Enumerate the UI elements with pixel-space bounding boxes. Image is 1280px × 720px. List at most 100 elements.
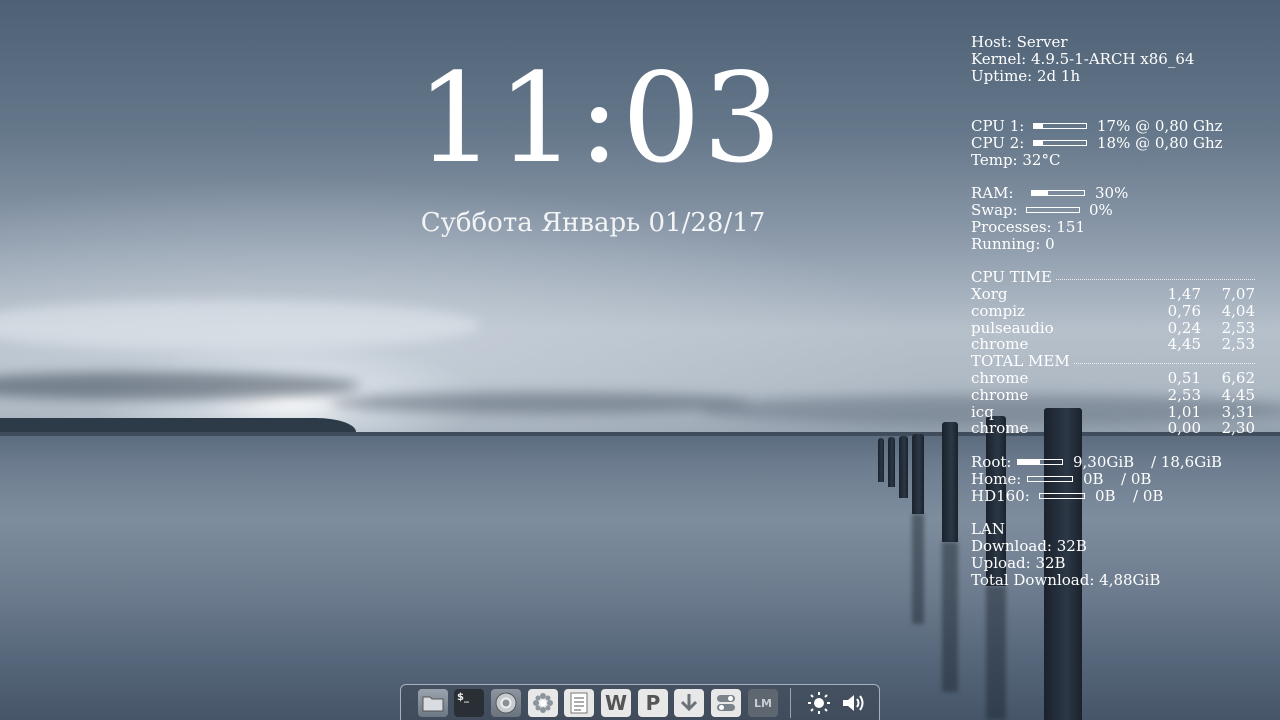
- processes-line: Processes: 151: [971, 217, 1085, 236]
- hd160-disk-bar: [1039, 492, 1085, 499]
- cpu1-label: CPU 1:: [971, 116, 1025, 135]
- root-disk-used: 9,30GiB: [1073, 452, 1135, 471]
- cpu2-bar: [1033, 139, 1087, 146]
- process-row: chrome 4,45 2,53: [971, 336, 1255, 353]
- brightness-icon[interactable]: [804, 689, 834, 717]
- root-disk-label: Root:: [971, 452, 1012, 471]
- terminal-icon[interactable]: $_: [454, 689, 484, 717]
- home-disk-label: Home:: [971, 469, 1022, 488]
- home-disk-used: 0B: [1083, 469, 1104, 488]
- cpu-time-list: Xorg 1,47 7,07 compiz 0,76 4,04 pulseaudio 0,24…: [971, 286, 1255, 353]
- process-value-1: 0,00: [1167, 419, 1201, 438]
- ram-label: RAM:: [971, 184, 1014, 203]
- swap-label: Swap:: [971, 200, 1018, 219]
- presentation-icon[interactable]: P: [638, 689, 668, 717]
- process-row: chrome 2,53 4,45: [971, 385, 1255, 404]
- process-value-1: 0,76: [1167, 301, 1201, 320]
- hd160-disk-row: HD160: 0B / 0B: [971, 486, 1255, 505]
- ram-bar: [1031, 190, 1085, 197]
- hd160-disk-total: / 0B: [1133, 486, 1164, 505]
- process-name: icq: [971, 402, 994, 421]
- process-value-1: 4,45: [1167, 335, 1201, 354]
- system-monitor: Host: Server Kernel: 4.9.5-1-ARCH x86_64…: [971, 34, 1255, 588]
- lm-icon[interactable]: LM: [748, 689, 778, 717]
- pinwheel-icon[interactable]: [528, 689, 558, 717]
- process-row: chrome 0,00 2,30: [971, 420, 1255, 437]
- process-row: icq 1,01 3,31: [971, 402, 1255, 421]
- process-value-2: 3,31: [1221, 402, 1255, 421]
- process-value-1: 2,53: [1167, 385, 1201, 404]
- post-reflection: [912, 514, 924, 624]
- dock: $_ W P LM: [400, 684, 880, 720]
- download-icon[interactable]: [674, 689, 704, 717]
- cpu2-label: CPU 2:: [971, 133, 1025, 152]
- cpu1-value: 17% @ 0,80 Ghz: [1097, 116, 1223, 135]
- root-disk-bar: [1017, 458, 1063, 465]
- cpu-time-header: CPU TIME: [971, 269, 1255, 286]
- process-value-2: 2,53: [1221, 335, 1255, 354]
- clock-time: 11:03: [416, 47, 784, 191]
- process-name: chrome: [971, 335, 1029, 354]
- total-mem-list: chrome 0,51 6,62 chrome 2,53 4,45 icq 1,01 3,31 c…: [971, 370, 1255, 437]
- upload-line: Upload: 32B: [971, 553, 1066, 572]
- process-row: Xorg 1,47 7,07: [971, 286, 1255, 303]
- writer-icon[interactable]: W: [601, 689, 631, 717]
- cpu2-row: CPU 2: 18% @ 0,80 Ghz: [971, 133, 1255, 152]
- pier-post: [912, 434, 924, 514]
- kernel-line: Kernel: 4.9.5-1-ARCH x86_64: [971, 49, 1195, 68]
- pier-post: [899, 436, 908, 498]
- hd160-disk-label: HD160:: [971, 486, 1030, 505]
- clock-date: Суббота Январь 01/28/17: [420, 208, 766, 238]
- process-value-1: 1,47: [1167, 284, 1201, 303]
- process-value-2: 2,30: [1221, 419, 1255, 438]
- cpu2-value: 18% @ 0,80 Ghz: [1097, 133, 1223, 152]
- pier-post: [942, 422, 958, 542]
- cloud: [330, 392, 750, 414]
- process-value-1: 0,51: [1167, 368, 1201, 387]
- volume-icon[interactable]: [839, 689, 869, 717]
- folder-icon[interactable]: [418, 689, 448, 717]
- process-name: chrome: [971, 385, 1029, 404]
- hd160-disk-used: 0B: [1095, 486, 1116, 505]
- host-line: Host: Server: [971, 33, 1068, 51]
- process-name: pulseaudio: [971, 318, 1054, 337]
- settings-icon[interactable]: [711, 689, 741, 717]
- process-name: Xorg: [971, 284, 1008, 303]
- process-value-2: 6,62: [1221, 368, 1255, 387]
- running-line: Running: 0: [971, 234, 1055, 253]
- post-reflection: [986, 586, 1006, 720]
- swap-value: 0%: [1089, 200, 1113, 219]
- swap-row: Swap: 0%: [971, 202, 1255, 219]
- process-row: chrome 0,51 6,62: [971, 370, 1255, 387]
- ram-value: 30%: [1095, 184, 1129, 203]
- process-value-2: 7,07: [1221, 284, 1255, 303]
- ram-row: RAM: 30%: [971, 185, 1255, 202]
- pier-post: [878, 438, 884, 482]
- download-line: Download: 32B: [971, 536, 1087, 555]
- process-name: chrome: [971, 419, 1029, 438]
- chrome-icon[interactable]: [491, 689, 521, 717]
- process-name: chrome: [971, 368, 1029, 387]
- process-value-1: 1,01: [1167, 402, 1201, 421]
- total-download-line: Total Download: 4,88GiB: [971, 570, 1161, 589]
- text-editor-icon[interactable]: [564, 689, 594, 717]
- process-row: compiz 0,76 4,04: [971, 301, 1255, 320]
- total-mem-header: TOTAL MEM: [971, 353, 1255, 370]
- lan-title: LAN: [971, 520, 1005, 539]
- process-row: pulseaudio 0,24 2,53: [971, 318, 1255, 337]
- home-disk-total: / 0B: [1121, 469, 1152, 488]
- home-disk-row: Home: 0B / 0B: [971, 469, 1255, 488]
- process-value-1: 0,24: [1167, 318, 1201, 337]
- pier-post: [888, 437, 895, 487]
- process-value-2: 4,04: [1221, 301, 1255, 320]
- process-value-2: 2,53: [1221, 318, 1255, 337]
- cpu1-bar: [1033, 122, 1087, 129]
- cpu-time-title: CPU TIME: [971, 268, 1052, 287]
- root-disk-row: Root: 9,30GiB / 18,6GiB: [971, 454, 1255, 471]
- swap-bar: [1026, 206, 1080, 213]
- uptime-line: Uptime: 2d 1h: [971, 66, 1081, 85]
- home-disk-bar: [1027, 475, 1073, 482]
- dock-separator: [790, 688, 791, 718]
- process-value-2: 4,45: [1221, 385, 1255, 404]
- root-disk-total: / 18,6GiB: [1151, 452, 1223, 471]
